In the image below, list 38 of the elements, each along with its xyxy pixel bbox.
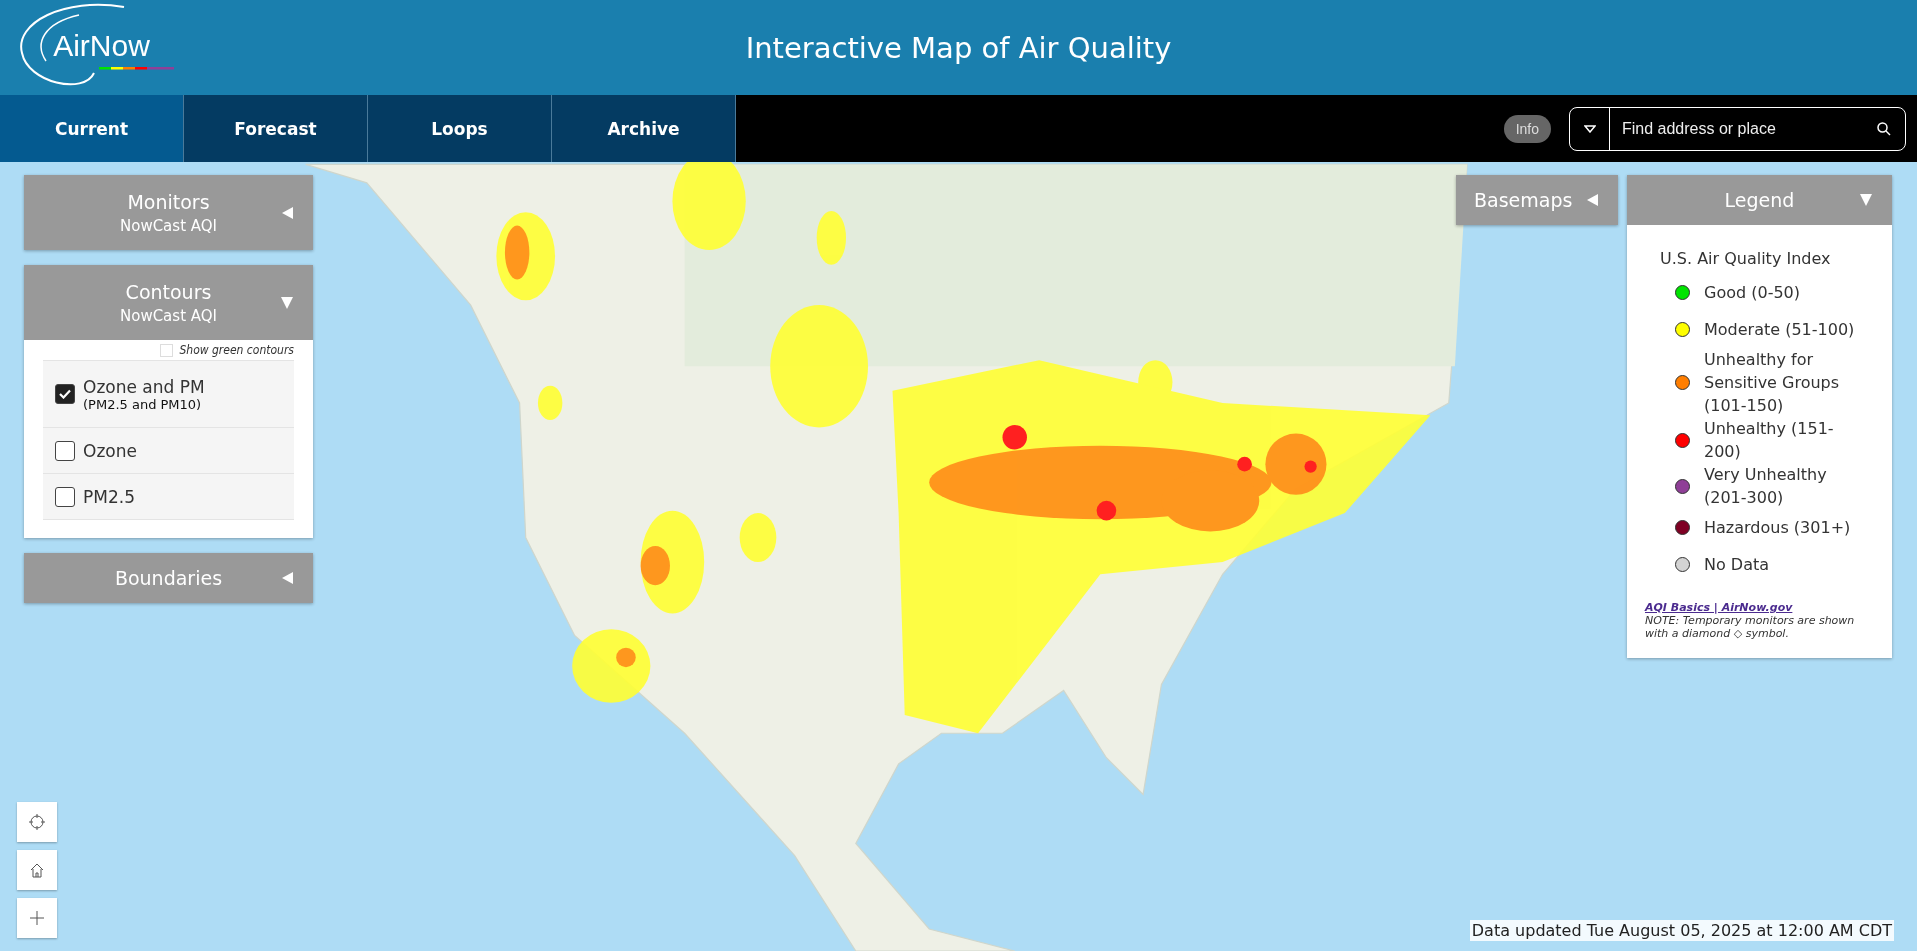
legend-label: Moderate (51-100)	[1704, 319, 1856, 341]
search-input[interactable]: Find address or place	[1610, 118, 1877, 139]
check-icon	[59, 389, 71, 399]
option-row[interactable]: Ozone and PM (PM2.5 and PM10)	[43, 360, 294, 427]
legend-label: Hazardous (301+)	[1704, 517, 1852, 539]
option-label: PM2.5	[83, 486, 135, 507]
aqi-basics-link[interactable]: AQI Basics | AirNow.gov	[1645, 601, 1874, 614]
search-icon[interactable]	[1877, 121, 1891, 136]
nav-tab[interactable]: Archive	[552, 95, 736, 162]
home-icon	[29, 862, 45, 878]
option-row[interactable]: Ozone	[43, 427, 294, 473]
legend-label: Very Unhealthy (201-300)	[1704, 464, 1828, 509]
legend-label: Good (0-50)	[1704, 282, 1801, 304]
option-label: Ozone and PM	[83, 376, 205, 397]
checkbox-label: Show green contours	[179, 343, 294, 357]
legend-note: NOTE: Temporary monitors are shown with a diamond ◇ symbol.	[1645, 614, 1856, 640]
plus-icon	[29, 910, 45, 926]
caret-icon	[1583, 124, 1596, 133]
legend-label: Unhealthy (151-200)	[1704, 418, 1835, 463]
nav-tab[interactable]: Loops	[368, 95, 552, 162]
search-field[interactable]: Find address or place	[1569, 106, 1906, 151]
update-timestamp: Data updated Tue August 05, 2025 at 12:00 AM CDT	[1469, 920, 1894, 941]
info-button[interactable]: Info	[1503, 114, 1551, 143]
option-row[interactable]: PM2.5	[43, 473, 294, 520]
nav-tab[interactable]: Forecast	[184, 95, 368, 162]
option-note: (PM2.5 and PM10)	[83, 396, 203, 412]
checkbox[interactable]	[55, 384, 75, 404]
legend-label: No Data	[1704, 554, 1771, 576]
checkbox[interactable]	[55, 440, 75, 461]
option-label: Ozone	[83, 440, 137, 461]
crosshair-icon	[29, 814, 45, 830]
legend-heading: U.S. Air Quality Index	[1660, 249, 1832, 268]
page-title: Interactive Map of Air Quality	[745, 30, 1172, 65]
logo-text: AirNow	[53, 28, 150, 63]
checkbox[interactable]	[55, 486, 75, 507]
locate-button[interactable]	[17, 802, 57, 842]
legend-label: Unhealthy for Sensitive Groups (101-150)	[1704, 349, 1841, 417]
nav-tab[interactable]: Current	[0, 95, 184, 162]
